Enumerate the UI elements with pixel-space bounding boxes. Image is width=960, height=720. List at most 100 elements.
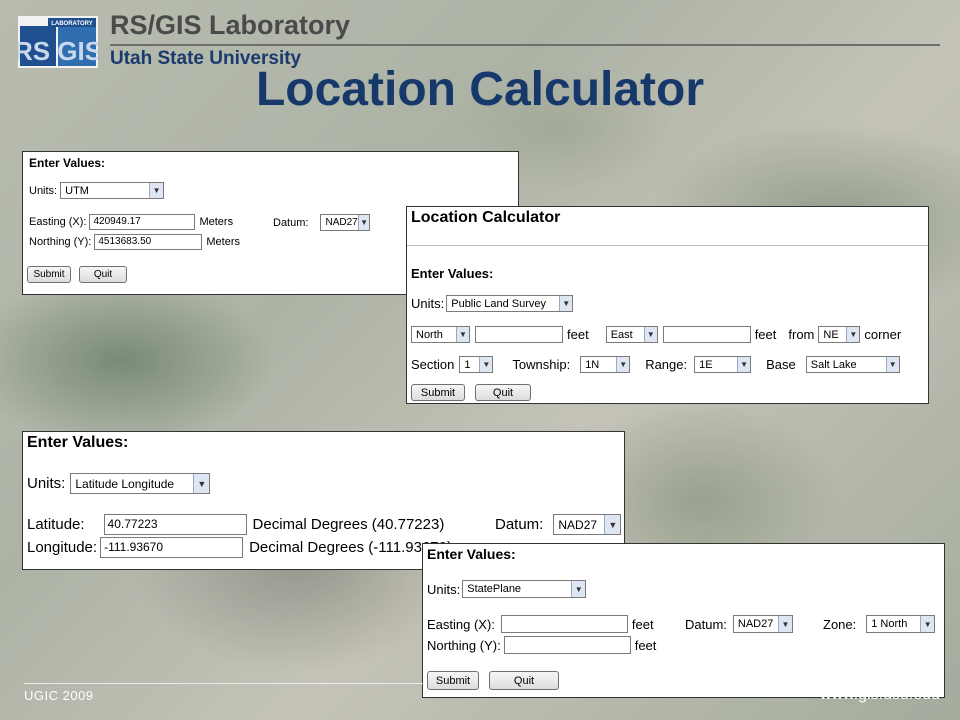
direction-ew-select[interactable]: East ▼ [605,326,658,343]
ns-feet-input[interactable] [475,326,563,343]
from-label: from [788,327,815,342]
latitude-input[interactable]: 40.77223 [103,514,247,535]
footer-event: UGIC 2009 [24,688,94,703]
northing-label: Northing (Y): [29,236,92,248]
easting-unit: feet [631,616,654,632]
chevron-down-icon: ▼ [571,581,586,597]
ew-feet-unit: feet [754,327,777,342]
township-label: Township: [512,357,571,372]
datum-select[interactable]: NAD27 ▼ [732,615,793,633]
submit-button[interactable]: Submit [27,266,71,283]
svg-text:LABORATORY: LABORATORY [51,21,93,27]
datum-label: Datum: [495,516,544,533]
panel-heading: Enter Values: [411,266,494,281]
datum-select-value: NAD27 [325,217,358,228]
datum-select-value: NAD27 [737,618,774,630]
corner-label: corner [864,327,902,342]
range-select-value: 1E [699,358,713,371]
direction-ew-value: East [610,328,633,341]
units-select[interactable]: StatePlane ▼ [462,580,587,598]
easting-unit: Meters [199,216,234,228]
latitude-label: Latitude: [27,516,85,533]
northing-label: Northing (Y): [427,637,501,653]
chevron-down-icon: ▼ [737,357,751,372]
units-select[interactable]: Public Land Survey ▼ [446,295,574,312]
section-label: Section [411,357,455,372]
footer-url: www.gis.usu.edu [819,686,940,703]
zone-label: Zone: [823,616,857,632]
datum-select-value: NAD27 [558,517,598,532]
submit-button[interactable]: Submit [411,384,465,401]
section-select[interactable]: 1 ▼ [459,356,494,373]
footer-divider [24,683,424,684]
ns-feet-unit: feet [567,327,589,342]
units-label: Units: [29,184,58,197]
range-select[interactable]: 1E ▼ [694,356,752,373]
panel-heading: Enter Values: [427,546,516,562]
calculator-title: Location Calculator [411,209,561,226]
panel-heading: Enter Values: [29,156,106,170]
easting-label: Easting (X): [29,216,87,228]
ew-feet-input[interactable] [662,326,751,343]
chevron-down-icon: ▼ [920,616,935,632]
corner-select[interactable]: NE ▼ [818,326,861,343]
township-select[interactable]: 1N ▼ [580,356,631,373]
panel-heading: Enter Values: [27,434,129,451]
chevron-down-icon: ▼ [479,357,493,372]
page-title: Location Calculator [255,63,705,116]
datum-select[interactable]: NAD27 ▼ [553,514,622,535]
easting-label: Easting (X): [427,616,495,632]
units-select[interactable]: UTM ▼ [60,182,165,199]
chevron-down-icon: ▼ [456,327,469,342]
base-select[interactable]: Salt Lake ▼ [805,356,900,373]
units-select-value: Public Land Survey [451,297,547,310]
lab-name: RS/GIS Laboratory [110,10,351,40]
datum-select[interactable]: NAD27 ▼ [320,214,371,231]
datum-label: Datum: [685,616,727,632]
panel-stateplane: Enter Values: Units: StatePlane ▼ Eastin… [422,543,945,698]
units-select-value: Latitude Longitude [75,476,175,491]
header-divider [110,44,940,46]
chevron-down-icon: ▼ [559,296,573,311]
quit-button[interactable]: Quit [475,384,531,401]
direction-ns-select[interactable]: North ▼ [411,326,470,343]
chevron-down-icon: ▼ [846,327,860,342]
base-label: Base [766,357,796,372]
chevron-down-icon: ▼ [616,357,630,372]
units-label: Units: [427,581,461,597]
longitude-label: Longitude: [27,539,98,556]
direction-ns-value: North [416,328,443,341]
zone-select-value: 1 North [871,618,908,630]
longitude-input[interactable]: -111.93670 [100,537,244,558]
units-select-value: StatePlane [467,583,522,595]
northing-input[interactable]: 4513683.50 [94,234,203,250]
chevron-down-icon: ▼ [604,515,621,534]
corner-select-value: NE [823,328,839,341]
units-select[interactable]: Latitude Longitude ▼ [70,473,211,494]
submit-button[interactable]: Submit [427,671,479,690]
datum-label: Datum: [273,216,309,229]
base-select-value: Salt Lake [810,358,857,371]
township-select-value: 1N [585,358,600,371]
zone-select[interactable]: 1 North ▼ [866,615,936,633]
rsgis-logo: LABORATORY RS GIS [18,16,98,68]
chevron-down-icon: ▼ [357,215,370,230]
range-label: Range: [645,357,688,372]
northing-input[interactable] [503,636,631,654]
quit-button[interactable]: Quit [489,671,559,690]
chevron-down-icon: ▼ [149,183,164,198]
divider [407,245,928,246]
easting-input[interactable]: 420949.17 [89,214,196,230]
northing-unit: Meters [206,236,240,248]
panel-public-land-survey: Location Calculator Enter Values: Units:… [406,206,929,404]
units-label: Units: [411,296,445,311]
quit-button[interactable]: Quit [79,266,127,283]
chevron-down-icon: ▼ [885,357,899,372]
section-select-value: 1 [464,358,471,371]
latitude-description: Decimal Degrees (40.77223) [252,516,445,533]
chevron-down-icon: ▼ [777,616,792,632]
easting-input[interactable] [500,615,628,633]
units-select-value: UTM [65,184,89,197]
chevron-down-icon: ▼ [193,474,210,493]
northing-unit: feet [634,637,657,653]
